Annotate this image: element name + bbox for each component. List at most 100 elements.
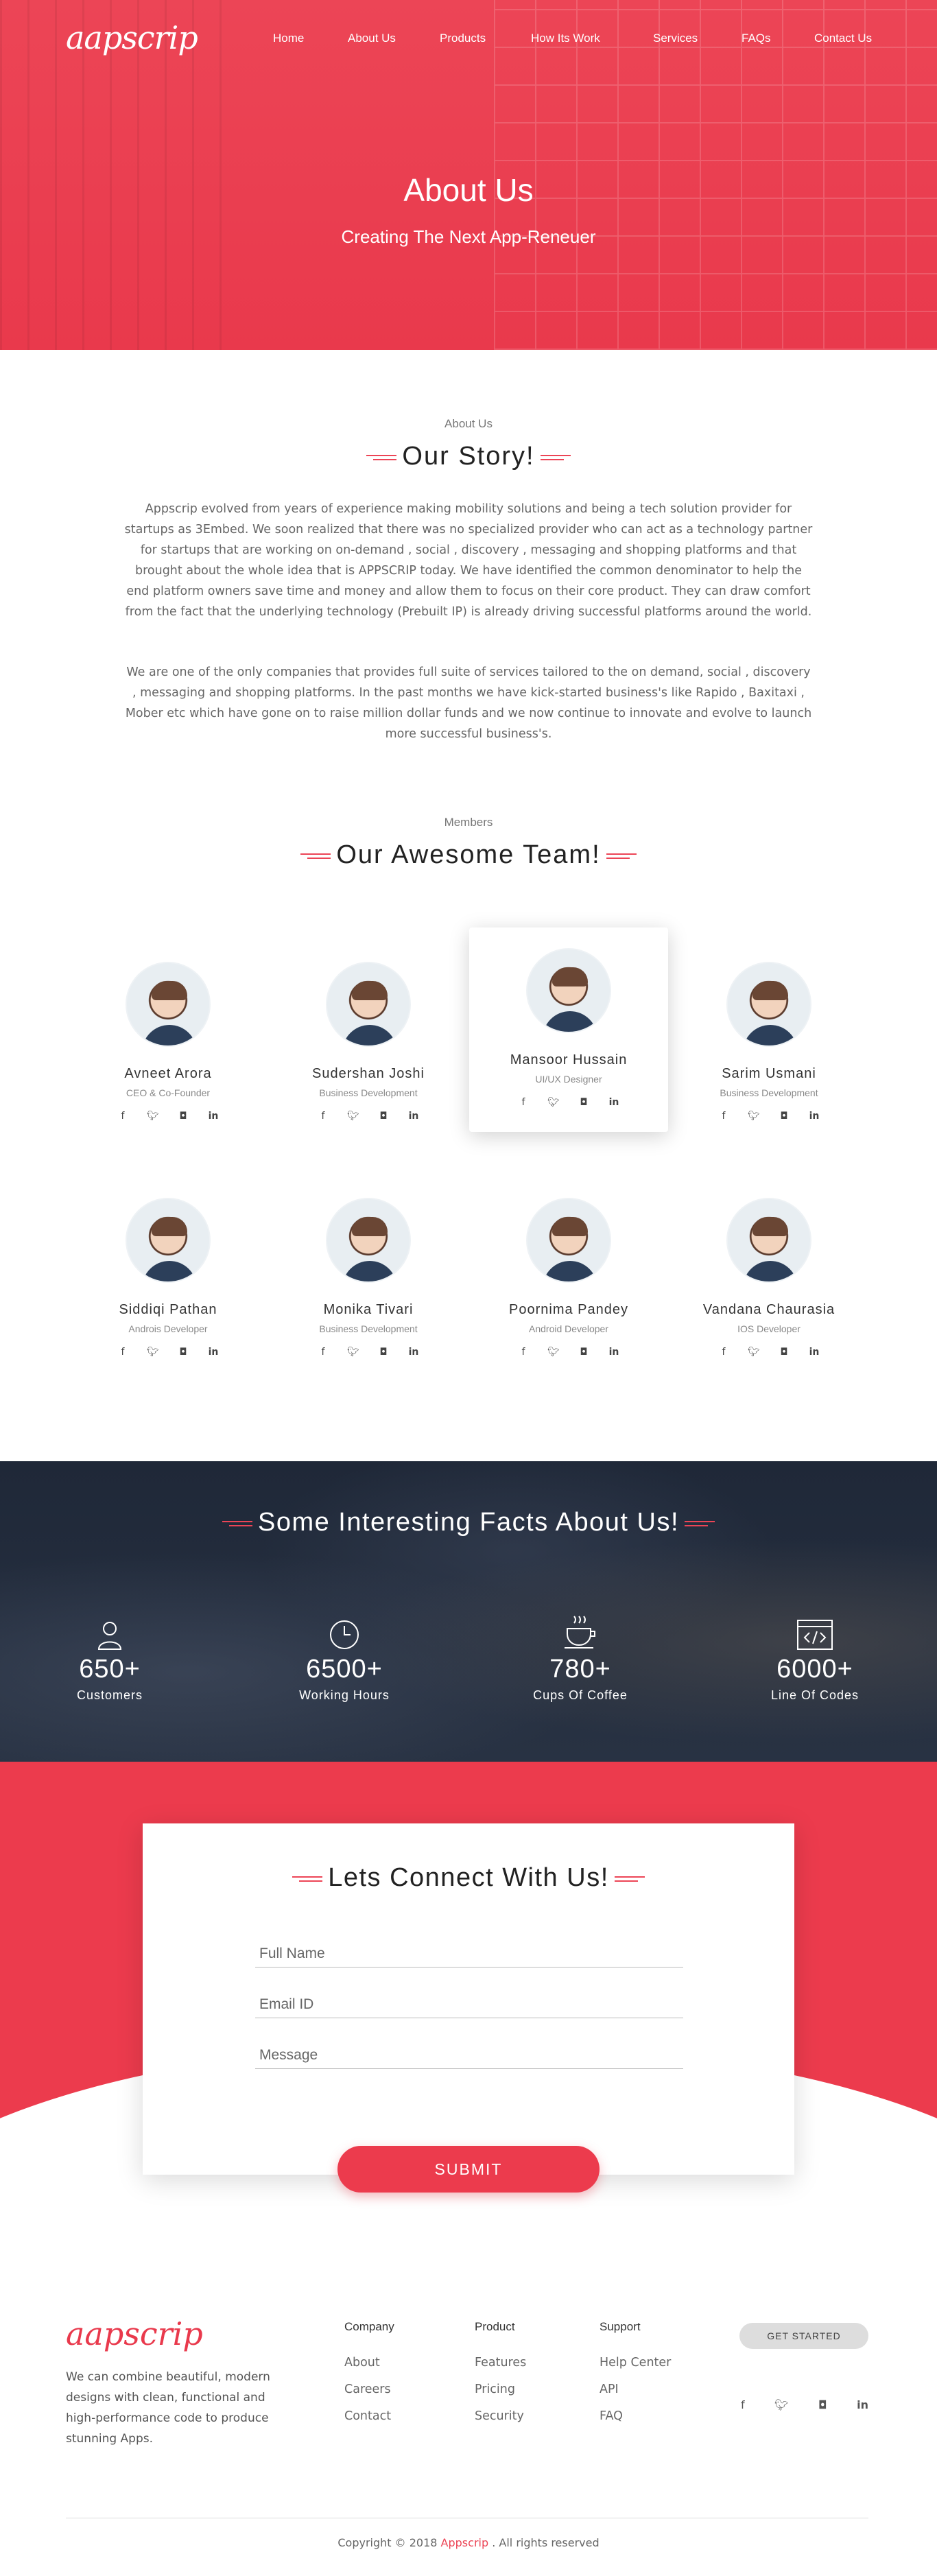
footer-link-contact[interactable]: Contact: [344, 2409, 394, 2423]
footer-product-title: Product: [475, 2320, 515, 2333]
twitter-icon[interactable]: 🐦︎: [748, 1347, 760, 1358]
instagram-icon[interactable]: ◘: [177, 1347, 189, 1358]
twitter-icon[interactable]: 🐦︎: [347, 1347, 359, 1358]
title-decoration-left: [222, 1520, 252, 1527]
title-decoration-right: [685, 1520, 715, 1527]
hero-title: About Us: [403, 172, 534, 208]
user-icon: [21, 1612, 199, 1651]
title-decoration-right: [614, 1876, 645, 1882]
footer-link-security[interactable]: Security: [475, 2409, 526, 2423]
footer-logo[interactable]: aapscrip: [66, 2315, 203, 2352]
member-social-links: f 🐦︎ ◘ in: [469, 1097, 668, 1108]
title-decoration-right: [540, 454, 571, 461]
instagram-icon[interactable]: ◘: [778, 1111, 790, 1122]
footer-link-faq[interactable]: FAQ: [600, 2409, 671, 2423]
fact-coffee: 780+ Cups Of Coffee: [491, 1612, 669, 1703]
avatar: [526, 1198, 611, 1283]
footer-link-api[interactable]: API: [600, 2383, 671, 2396]
member-social-links: f 🐦︎ ◘ in: [269, 1111, 468, 1122]
team-member-card: Siddiqi Pathan Androis Developer f 🐦︎ ◘ in: [69, 1198, 268, 1358]
linkedin-icon[interactable]: in: [808, 1111, 820, 1122]
twitter-icon[interactable]: 🐦︎: [347, 1111, 359, 1122]
member-name: Vandana Chaurasia: [702, 1302, 835, 1317]
nav-contact-us[interactable]: Contact Us: [814, 32, 872, 45]
nav-about-us[interactable]: About Us: [348, 32, 396, 45]
team-title: Our Awesome Team!: [0, 840, 937, 870]
nav-how-its-work[interactable]: How Its Work: [531, 32, 600, 45]
email-field[interactable]: Email ID: [255, 1988, 683, 2018]
facebook-icon[interactable]: f: [717, 1111, 730, 1122]
facebook-icon[interactable]: f: [117, 1347, 129, 1358]
instagram-icon[interactable]: ◘: [578, 1097, 590, 1108]
instagram-icon[interactable]: ◘: [578, 1347, 590, 1358]
member-name: Poornima Pandey: [509, 1302, 628, 1317]
instagram-icon[interactable]: ◘: [818, 2398, 827, 2411]
member-role: Android Developer: [529, 1323, 608, 1334]
linkedin-icon[interactable]: in: [608, 1347, 620, 1358]
twitter-icon[interactable]: 🐦︎: [147, 1347, 159, 1358]
member-name: Sarim Usmani: [722, 1066, 816, 1081]
member-social-links: f 🐦︎ ◘ in: [469, 1347, 668, 1358]
linkedin-icon[interactable]: in: [407, 1111, 420, 1122]
member-name: Monika Tivari: [323, 1302, 414, 1317]
linkedin-icon[interactable]: in: [207, 1347, 220, 1358]
contact-form-card: Lets Connect With Us! Full Name Email ID…: [143, 1823, 794, 2175]
linkedin-icon[interactable]: in: [407, 1347, 420, 1358]
facebook-icon[interactable]: f: [517, 1347, 530, 1358]
facts-section: Some Interesting Facts About Us! 650+ Cu…: [0, 1461, 937, 1762]
facebook-icon[interactable]: f: [717, 1347, 730, 1358]
twitter-icon[interactable]: 🐦︎: [547, 1097, 560, 1108]
linkedin-icon[interactable]: in: [857, 2398, 868, 2411]
member-name: Avneet Arora: [124, 1066, 212, 1081]
footer-link-careers[interactable]: Careers: [344, 2383, 394, 2396]
submit-button[interactable]: SUBMIT: [337, 2146, 600, 2193]
footer-link-help-center[interactable]: Help Center: [600, 2356, 671, 2370]
team-member-card: Avneet Arora CEO & Co-Founder f 🐦︎ ◘ in: [69, 962, 268, 1122]
instagram-icon[interactable]: ◘: [377, 1111, 390, 1122]
get-started-button[interactable]: GET STARTED: [739, 2323, 868, 2349]
linkedin-icon[interactable]: in: [808, 1347, 820, 1358]
instagram-icon[interactable]: ◘: [778, 1347, 790, 1358]
story-paragraph-1: Appscrip evolved from years of experienc…: [124, 502, 813, 619]
message-field[interactable]: Message: [255, 2039, 683, 2069]
nav-faqs[interactable]: FAQs: [742, 32, 771, 45]
footer-link-features[interactable]: Features: [475, 2356, 526, 2370]
team-label: Members: [444, 816, 493, 829]
facebook-icon[interactable]: f: [741, 2398, 745, 2411]
full-name-field[interactable]: Full Name: [255, 1937, 683, 1968]
nav-products[interactable]: Products: [440, 32, 486, 45]
twitter-icon[interactable]: 🐦︎: [748, 1111, 760, 1122]
team-member-card: Sudershan Joshi Business Development f 🐦︎ ◘ i…: [269, 962, 468, 1122]
team-member-card: Poornima Pandey Android Developer f 🐦︎ ◘ in: [469, 1198, 668, 1358]
footer-link-pricing[interactable]: Pricing: [475, 2383, 526, 2396]
twitter-icon[interactable]: 🐦︎: [774, 2398, 788, 2411]
title-decoration-right: [606, 853, 637, 860]
member-role: UI/UX Designer: [535, 1074, 602, 1085]
member-role: Androis Developer: [128, 1323, 208, 1334]
copyright-brand-link[interactable]: Appscrip: [441, 2536, 489, 2549]
title-decoration-left: [292, 1876, 323, 1882]
facebook-icon[interactable]: f: [117, 1111, 129, 1122]
footer-link-about[interactable]: About: [344, 2356, 394, 2370]
instagram-icon[interactable]: ◘: [177, 1111, 189, 1122]
facts-title: Some Interesting Facts About Us!: [0, 1508, 937, 1537]
footer-company-column: Company About Careers Contact: [344, 2320, 394, 2436]
member-social-links: f 🐦︎ ◘ in: [69, 1111, 268, 1122]
member-role: IOS Developer: [737, 1323, 800, 1334]
member-role: Business Development: [319, 1323, 418, 1334]
linkedin-icon[interactable]: in: [207, 1111, 220, 1122]
team-member-card: Monika Tivari Business Development f 🐦︎ ◘ in: [269, 1198, 468, 1358]
facebook-icon[interactable]: f: [517, 1097, 530, 1108]
nav-home[interactable]: Home: [273, 32, 304, 45]
twitter-icon[interactable]: 🐦︎: [147, 1111, 159, 1122]
facebook-icon[interactable]: f: [317, 1111, 329, 1122]
facebook-icon[interactable]: f: [317, 1347, 329, 1358]
instagram-icon[interactable]: ◘: [377, 1347, 390, 1358]
avatar: [726, 1198, 811, 1283]
fact-customers: 650+ Customers: [21, 1612, 199, 1703]
linkedin-icon[interactable]: in: [608, 1097, 620, 1108]
twitter-icon[interactable]: 🐦︎: [547, 1347, 560, 1358]
member-role: CEO & Co-Founder: [126, 1087, 211, 1098]
nav-services[interactable]: Services: [653, 32, 698, 45]
header-logo[interactable]: aapscrip: [66, 19, 198, 56]
